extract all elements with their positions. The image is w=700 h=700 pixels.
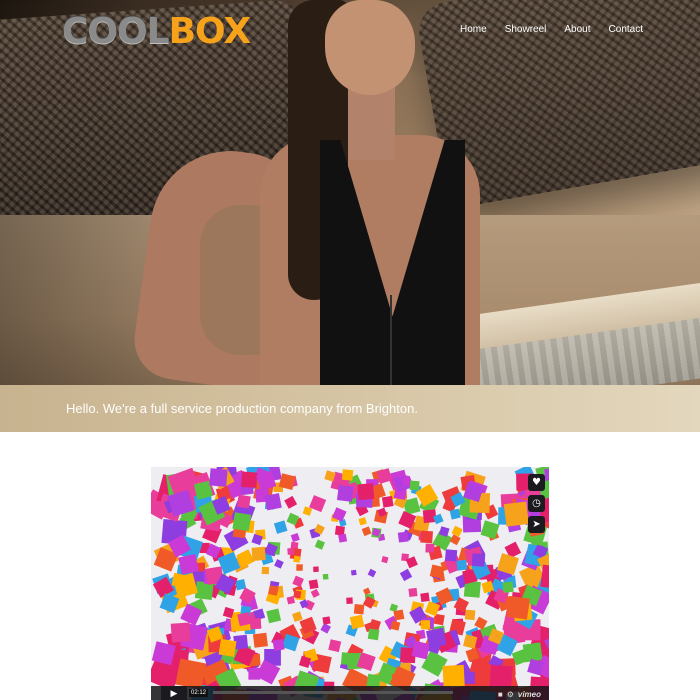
cube-shape [456,559,468,571]
main-nav: Home Showreel About Contact [460,24,643,35]
video-side-buttons: ♥ ◷ ➤ [528,474,545,533]
video-controls: ■ ⚙ vimeo [151,686,549,700]
volume-icon[interactable]: ■ [498,690,503,699]
cube-shape [397,531,409,543]
cube-shape [322,573,329,580]
cube-shape [444,549,458,562]
cube-shape [338,533,348,543]
cube-shape [293,590,302,599]
cube-shape [293,555,301,563]
cube-shape [232,512,252,532]
cube-shape [425,543,435,553]
cube-shape [248,667,261,680]
video-control-icons: ■ ⚙ vimeo [498,690,541,699]
cube-shape [471,553,486,567]
nav-contact[interactable]: Contact [609,24,643,35]
cube-shape [420,620,431,630]
cube-shape [393,609,405,621]
cube-shape [252,632,268,648]
cube-shape [272,638,285,651]
cube-shape [349,614,365,630]
logo-cool-text: COOL [62,11,170,52]
play-button[interactable]: ▶ [161,686,187,700]
cube-shape [409,480,420,491]
clock-icon[interactable]: ◷ [528,495,545,512]
vimeo-logo[interactable]: vimeo [518,690,541,699]
cube-shape [420,592,430,603]
cube-shape [313,566,319,573]
cube-shape [296,564,303,571]
cube-shape [209,468,228,487]
cube-shape [357,483,375,501]
cube-shape [261,566,270,575]
nav-about[interactable]: About [564,24,590,35]
cube-shape [251,546,266,562]
cube-shape [353,604,365,615]
cube-shape [308,579,319,590]
nav-showreel[interactable]: Showreel [505,24,547,35]
video-progress-bar[interactable] [213,691,453,694]
video-frame-cubes [151,467,549,700]
cube-shape [287,547,295,555]
cube-shape [502,581,514,593]
cube-shape [346,597,353,604]
cube-shape [367,628,380,641]
heart-icon[interactable]: ♥ [528,474,545,491]
settings-icon[interactable]: ⚙ [507,690,514,699]
model-figure [0,0,700,385]
showreel-video[interactable]: ♥ ◷ ➤ ■ ⚙ vimeo ▶ 02:12 [151,467,549,700]
cube-shape [322,616,331,625]
cube-shape [175,658,207,690]
cube-shape [336,485,354,502]
cube-shape [350,569,357,576]
hero-image [0,0,700,385]
cube-shape [506,595,530,620]
cube-shape [381,495,394,508]
cube-shape [268,585,279,596]
cube-shape [218,638,237,657]
model-head [325,0,415,95]
cube-shape [420,530,433,544]
cube-shape [170,622,191,643]
tagline-band: Hello. We're a full service production c… [0,385,700,432]
cube-shape [250,618,262,630]
cube-shape [241,471,258,488]
send-icon[interactable]: ➤ [528,516,545,533]
logo-box-text: BOX [168,11,252,52]
video-timestamp: 02:12 [189,689,209,697]
cube-shape [503,501,529,527]
cube-shape [464,609,476,621]
cube-shape [489,664,513,688]
cube-shape [408,587,418,598]
cube-shape [178,553,199,575]
tagline-text: Hello. We're a full service production c… [66,401,418,416]
cube-shape [264,493,282,511]
cube-shape [341,469,354,481]
nav-home[interactable]: Home [460,24,487,35]
cube-shape [442,664,465,688]
cube-shape [426,627,447,649]
cube-shape [236,494,251,509]
site-logo[interactable]: COOLBOX [62,10,252,54]
